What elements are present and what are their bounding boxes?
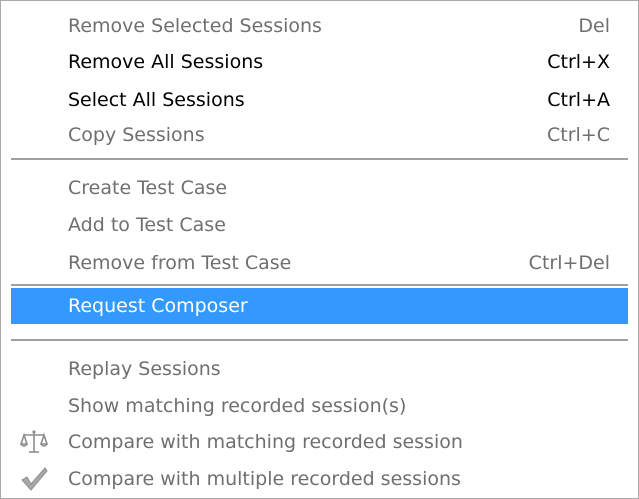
menu-item-label: Request Composer [68, 295, 248, 317]
menu-item-replay-sessions[interactable]: Replay Sessions [11, 352, 628, 386]
menu-item-copy-sessions[interactable]: Copy Sessions Ctrl+C [11, 118, 628, 152]
menu-item-shortcut: Ctrl+A [547, 89, 610, 111]
context-menu: Remove Selected Sessions Del Remove All … [0, 0, 639, 499]
menu-item-label: Compare with matching recorded session [68, 431, 463, 453]
menu-item-add-to-test-case[interactable]: Add to Test Case [11, 208, 628, 242]
menu-separator [11, 158, 628, 160]
menu-item-remove-selected-sessions[interactable]: Remove Selected Sessions Del [11, 9, 628, 43]
checkmark-icon [19, 464, 49, 494]
menu-item-label: Copy Sessions [68, 124, 205, 146]
menu-item-shortcut: Ctrl+C [547, 124, 610, 146]
menu-item-label: Add to Test Case [68, 214, 226, 236]
menu-item-shortcut: Del [578, 15, 610, 37]
menu-item-label: Create Test Case [68, 177, 228, 199]
menu-item-request-composer[interactable]: Request Composer [11, 288, 628, 324]
menu-item-remove-all-sessions[interactable]: Remove All Sessions Ctrl+X [11, 45, 628, 79]
menu-item-remove-from-test-case[interactable]: Remove from Test Case Ctrl+Del [11, 246, 628, 280]
menu-item-label: Compare with multiple recorded sessions [68, 468, 461, 490]
menu-item-label: Remove All Sessions [68, 51, 264, 73]
menu-item-shortcut: Ctrl+Del [528, 252, 610, 274]
menu-item-compare-with-matching-recorded-session[interactable]: Compare with matching recorded session [11, 425, 628, 459]
menu-separator [11, 339, 628, 341]
menu-item-compare-with-multiple-recorded-sessions[interactable]: Compare with multiple recorded sessions [11, 462, 628, 496]
menu-item-create-test-case[interactable]: Create Test Case [11, 171, 628, 205]
menu-item-select-all-sessions[interactable]: Select All Sessions Ctrl+A [11, 83, 628, 117]
menu-item-label: Show matching recorded session(s) [68, 395, 407, 417]
menu-item-label: Select All Sessions [68, 89, 245, 111]
menu-item-show-matching-recorded-sessions[interactable]: Show matching recorded session(s) [11, 389, 628, 423]
menu-item-label: Remove Selected Sessions [68, 15, 322, 37]
menu-item-label: Replay Sessions [68, 358, 221, 380]
scales-icon [19, 427, 49, 457]
menu-item-shortcut: Ctrl+X [547, 51, 610, 73]
menu-separator [11, 284, 628, 286]
menu-item-label: Remove from Test Case [68, 252, 292, 274]
